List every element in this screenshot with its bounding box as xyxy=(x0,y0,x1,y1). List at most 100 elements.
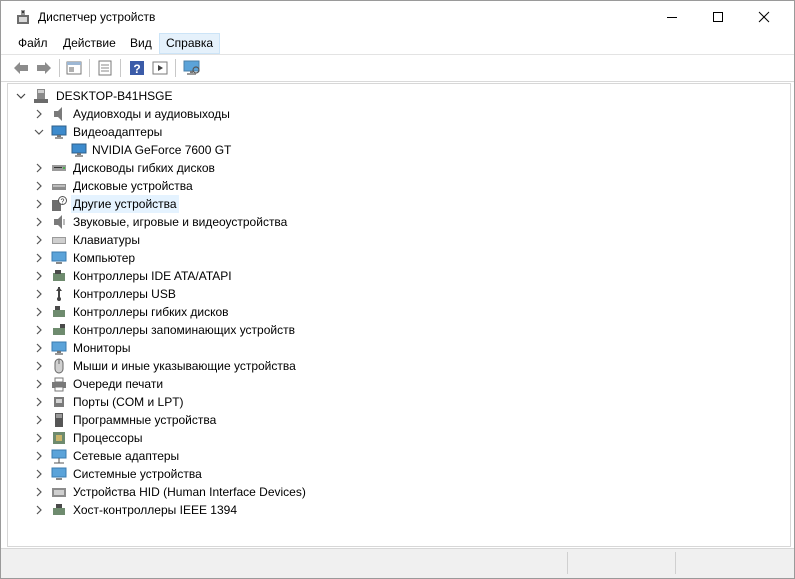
chevron-right-icon[interactable] xyxy=(34,397,44,407)
tree-category-label: Дисковые устройства xyxy=(73,179,193,193)
tree-category[interactable]: Контроллеры запоминающих устройств xyxy=(14,321,434,339)
tree-category[interactable]: Мыши и иные указывающие устройства xyxy=(14,357,434,375)
toolbar: ? xyxy=(1,54,794,82)
chevron-right-icon[interactable] xyxy=(34,451,44,461)
menu-action[interactable]: Действие xyxy=(57,34,122,53)
run-button[interactable] xyxy=(151,59,169,77)
chevron-right-icon[interactable] xyxy=(34,415,44,425)
tree-category[interactable]: ? Другие устройства xyxy=(14,195,434,213)
menu-file[interactable]: Файл xyxy=(12,34,54,53)
chevron-right-icon[interactable] xyxy=(34,361,44,371)
update-driver-button[interactable] xyxy=(96,59,114,77)
speaker-icon xyxy=(54,107,62,121)
menu-view[interactable]: Вид xyxy=(124,34,158,53)
chevron-down-icon[interactable] xyxy=(34,127,44,137)
keyboard-icon xyxy=(52,237,66,244)
chevron-right-icon[interactable] xyxy=(34,487,44,497)
tree-category[interactable]: Контроллеры USB xyxy=(14,285,434,303)
tree-category-label: Контроллеры гибких дисков xyxy=(73,305,229,319)
chevron-right-icon[interactable] xyxy=(34,199,44,209)
chevron-right-icon[interactable] xyxy=(34,325,44,335)
ieee1394-icon xyxy=(53,504,65,515)
chevron-right-icon[interactable] xyxy=(34,181,44,191)
chevron-right-icon[interactable] xyxy=(34,109,44,119)
ide-controller-icon xyxy=(53,270,65,281)
floppy-controller-icon xyxy=(53,306,65,317)
device-manager-app-icon xyxy=(15,9,31,25)
tree-category[interactable]: Дисковые устройства xyxy=(14,177,434,195)
tree-category[interactable]: Звуковые, игровые и видеоустройства xyxy=(14,213,434,231)
close-button[interactable] xyxy=(741,1,787,33)
tree-category[interactable]: Очереди печати xyxy=(14,375,434,393)
title-bar[interactable]: Диспетчер устройств xyxy=(1,1,794,33)
tree-category-label: Устройства HID (Human Interface Devices) xyxy=(73,485,306,499)
processor-icon xyxy=(53,432,65,444)
tree-category[interactable]: Клавиатуры xyxy=(14,231,434,249)
chevron-right-icon[interactable] xyxy=(34,163,44,173)
tree-category[interactable]: Компьютер xyxy=(14,249,434,267)
status-bar xyxy=(1,548,794,578)
tree-category-label: Видеоадаптеры xyxy=(73,125,163,139)
device-tree[interactable]: DESKTOP-B41HSGE Аудиовходы и аудиовыходы… xyxy=(7,83,791,547)
minimize-button[interactable] xyxy=(649,1,695,33)
forward-arrow-icon xyxy=(37,62,51,74)
chevron-right-icon[interactable] xyxy=(34,379,44,389)
chevron-right-icon[interactable] xyxy=(34,343,44,353)
tree-category-label: Системные устройства xyxy=(73,467,202,481)
tree-category[interactable]: Аудиовходы и аудиовыходы xyxy=(14,105,434,123)
chevron-right-icon[interactable] xyxy=(34,271,44,281)
maximize-button[interactable] xyxy=(695,1,741,33)
close-icon xyxy=(758,11,770,23)
chevron-right-icon[interactable] xyxy=(34,505,44,515)
tree-category[interactable]: Дисководы гибких дисков xyxy=(14,159,434,177)
nvidia-display-icon xyxy=(71,143,87,157)
help-button[interactable]: ? xyxy=(128,59,146,77)
chevron-right-icon[interactable] xyxy=(34,469,44,479)
tree-category[interactable]: Устройства HID (Human Interface Devices) xyxy=(14,483,434,501)
tree-category-label: Контроллеры запоминающих устройств xyxy=(73,323,295,337)
minimize-icon xyxy=(667,17,677,18)
menu-help[interactable]: Справка xyxy=(159,33,221,54)
tree-category[interactable]: Хост-контроллеры IEEE 1394 xyxy=(14,501,434,519)
tree-category[interactable]: Процессоры xyxy=(14,429,434,447)
tree-category[interactable]: Видеоадаптеры xyxy=(14,123,434,141)
back-button[interactable] xyxy=(12,59,30,77)
chevron-down-icon[interactable] xyxy=(16,91,26,101)
chevron-right-icon[interactable] xyxy=(34,217,44,227)
tree-device[interactable]: NVIDIA GeForce 7600 GT xyxy=(14,141,434,159)
tree-category-label: Процессоры xyxy=(73,431,143,445)
device-manager-window: Диспетчер устройств Файл Действие Вид Сп… xyxy=(0,0,795,579)
device-list-icon xyxy=(98,60,112,76)
scan-hardware-button[interactable] xyxy=(183,59,201,77)
tree-category[interactable]: Порты (COM и LPT) xyxy=(14,393,434,411)
properties-icon xyxy=(66,61,82,75)
chevron-right-icon[interactable] xyxy=(34,307,44,317)
desktop-computer-icon xyxy=(34,89,48,103)
properties-button[interactable] xyxy=(65,59,83,77)
chevron-right-icon[interactable] xyxy=(34,433,44,443)
tree-category-label: Дисководы гибких дисков xyxy=(73,161,215,175)
tree-category-label: Контроллеры IDE ATA/ATAPI xyxy=(73,269,232,283)
tree-category-label: Порты (COM и LPT) xyxy=(73,395,184,409)
tree-category[interactable]: Программные устройства xyxy=(14,411,434,429)
tree-category-label: Мониторы xyxy=(73,341,131,355)
sound-device-icon xyxy=(54,215,65,229)
forward-button[interactable] xyxy=(35,59,53,77)
menu-bar: Файл Действие Вид Справка xyxy=(1,33,794,54)
help-icon: ? xyxy=(130,61,144,76)
tree-category-label: Аудиовходы и аудиовыходы xyxy=(73,107,230,121)
window-title: Диспетчер устройств xyxy=(38,10,156,24)
disk-drive-icon xyxy=(52,184,66,190)
svg-text:?: ? xyxy=(61,199,65,206)
tree-category[interactable]: Системные устройства xyxy=(14,465,434,483)
chevron-right-icon[interactable] xyxy=(34,289,44,299)
maximize-icon xyxy=(713,12,723,22)
chevron-right-icon[interactable] xyxy=(34,253,44,263)
tree-category[interactable]: Контроллеры гибких дисков xyxy=(14,303,434,321)
tree-category[interactable]: Контроллеры IDE ATA/ATAPI xyxy=(14,267,434,285)
tree-category-label: Хост-контроллеры IEEE 1394 xyxy=(73,503,237,517)
tree-root[interactable]: DESKTOP-B41HSGE xyxy=(14,87,314,105)
chevron-right-icon[interactable] xyxy=(34,235,44,245)
tree-category[interactable]: Мониторы xyxy=(14,339,434,357)
tree-category[interactable]: Сетевые адаптеры xyxy=(14,447,434,465)
